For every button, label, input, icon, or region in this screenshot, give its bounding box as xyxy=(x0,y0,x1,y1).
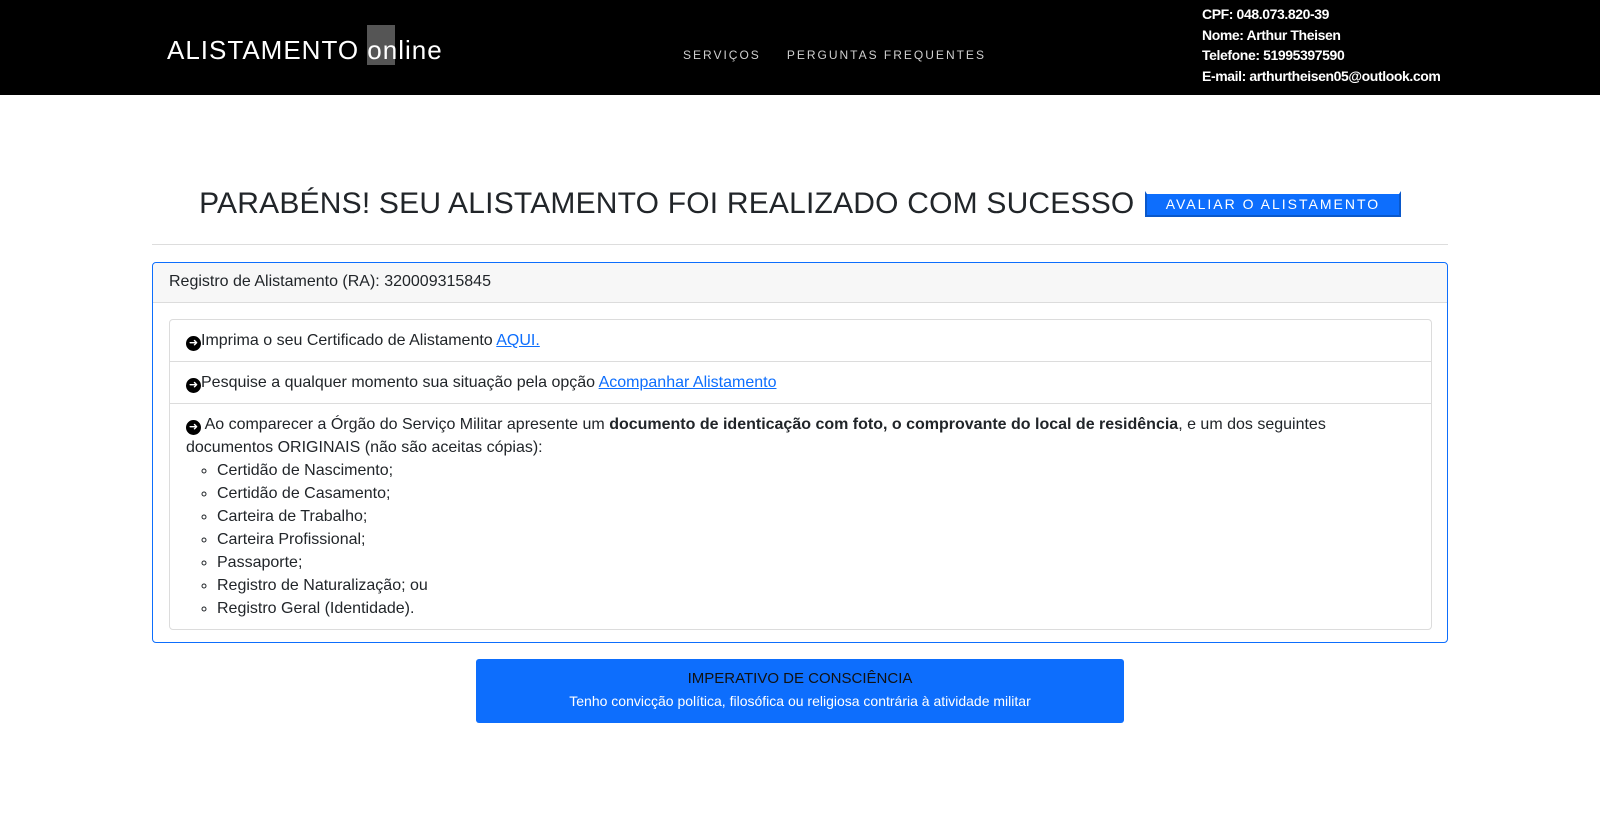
list-item-print-certificate: ➜ Imprima o seu Certificado de Alistament… xyxy=(170,320,1431,362)
nav-item-perguntas-frequentes[interactable]: PERGUNTAS FREQUENTES xyxy=(787,48,986,62)
list-item: Registro Geral (Identidade). xyxy=(217,597,1415,620)
brand-highlight: online xyxy=(367,25,443,65)
arrow-circle-right-icon: ➜ xyxy=(186,336,201,351)
user-email: E-mail: arthurtheisen05@outlook.com xyxy=(1202,67,1441,84)
list-item: Certidão de Nascimento; xyxy=(217,459,1415,482)
list-item: Registro de Naturalização; ou xyxy=(217,574,1415,597)
print-certificate-text: Imprima o seu Certificado de Alistamento xyxy=(201,332,497,349)
main-nav: SERVIÇOS PERGUNTAS FREQUENTES xyxy=(683,48,986,62)
list-item: Carteira Profissional; xyxy=(217,528,1415,551)
track-enlistment-text: Pesquise a qualquer momento sua situação… xyxy=(201,374,599,391)
cta-title: IMPERATIVO DE CONSCIÊNCIA xyxy=(687,670,913,687)
documents-intro-text: Ao comparecer a Órgão do Serviço Militar… xyxy=(201,416,610,433)
arrow-circle-right-icon: ➜ xyxy=(186,420,201,435)
brand-text: ALISTAMENTO xyxy=(167,35,368,65)
top-navbar: ALISTAMENTO online SERVIÇOS PERGUNTAS FR… xyxy=(0,0,1600,95)
cta-subtitle: Tenho convicção política, filosófica ou … xyxy=(569,693,1031,709)
list-item: Passaporte; xyxy=(217,551,1415,574)
conscientious-objection-button[interactable]: IMPERATIVO DE CONSCIÊNCIA Tenho convicçã… xyxy=(476,659,1124,723)
enlistment-card: Registro de Alistamento (RA): 3200093158… xyxy=(152,262,1448,643)
nav-item-servicos[interactable]: SERVIÇOS xyxy=(683,48,761,62)
headline-row: PARABÉNS! SEU ALISTAMENTO FOI REALIZADO … xyxy=(0,187,1600,221)
list-item-required-documents: ➜ Ao comparecer a Órgão do Serviço Milit… xyxy=(170,404,1431,629)
user-name: Nome: Arthur Theisen xyxy=(1202,26,1341,43)
brand-logo[interactable]: ALISTAMENTO online xyxy=(167,25,443,66)
divider xyxy=(152,244,1448,245)
user-phone: Telefone: 51995397590 xyxy=(1202,47,1345,63)
track-enlistment-link[interactable]: Acompanhar Alistamento xyxy=(599,374,777,391)
list-item-track-enlistment: ➜ Pesquise a qualquer momento sua situaçã… xyxy=(170,362,1431,404)
page-title: PARABÉNS! SEU ALISTAMENTO FOI REALIZADO … xyxy=(199,187,1135,220)
documents-list: Certidão de Nascimento; Certidão de Casa… xyxy=(186,459,1415,620)
user-info: CPF: 048.073.820-39 Nome: Arthur Theisen… xyxy=(1202,4,1441,86)
list-item: Certidão de Casamento; xyxy=(217,482,1415,505)
instructions-list: ➜ Imprima o seu Certificado de Alistament… xyxy=(169,319,1432,630)
print-certificate-link[interactable]: AQUI. xyxy=(496,332,540,349)
rate-enlistment-button[interactable]: AVALIAR O ALISTAMENTO xyxy=(1144,191,1401,217)
documents-intro-bold: documento de identicação com foto, o com… xyxy=(609,416,1179,433)
card-header-ra: Registro de Alistamento (RA): 3200093158… xyxy=(153,263,1447,303)
arrow-circle-right-icon: ➜ xyxy=(186,378,201,393)
user-cpf: CPF: 048.073.820-39 xyxy=(1202,6,1330,22)
list-item: Carteira de Trabalho; xyxy=(217,505,1415,528)
